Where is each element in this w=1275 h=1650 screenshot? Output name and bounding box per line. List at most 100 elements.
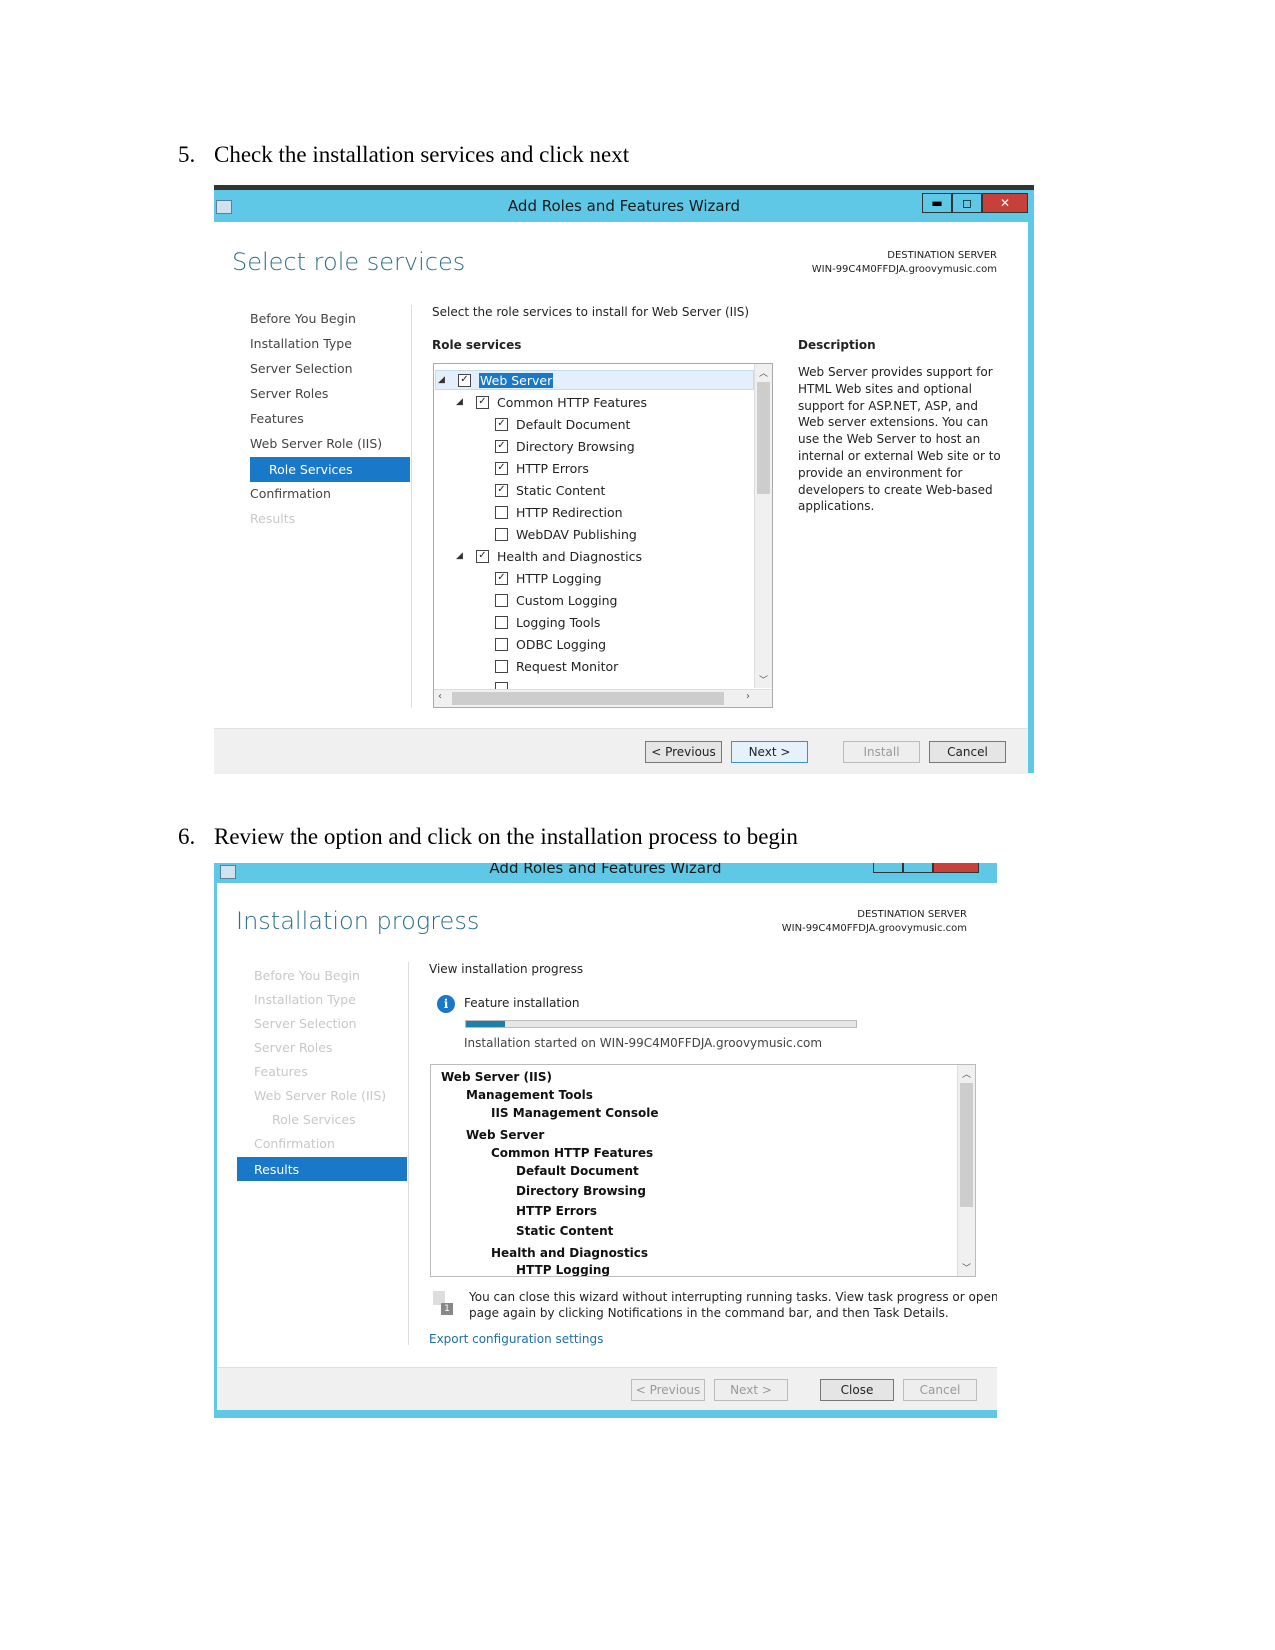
nav-item-web-server-role-iis[interactable]: Web Server Role (IIS) xyxy=(250,436,382,451)
expand-triangle-icon[interactable]: ◢ xyxy=(438,375,450,385)
checkbox-checked[interactable]: ✓ xyxy=(476,395,489,409)
step-text: Review the option and click on the insta… xyxy=(214,824,798,849)
nav-item-before-you-begin[interactable]: Before You Begin xyxy=(254,968,360,983)
nav-item-features[interactable]: Features xyxy=(250,411,304,426)
expand-triangle-icon[interactable]: ◢ xyxy=(456,551,468,561)
checkbox-checked[interactable]: ✓ xyxy=(476,549,489,563)
destination-server: DESTINATION SERVER WIN-99C4M0FFDJA.groov… xyxy=(782,908,967,936)
wizard-footer: < Previous Next > Install Cancel xyxy=(214,728,1028,774)
tree-item-web-server[interactable]: ◢ ✓ Web Server xyxy=(438,370,554,390)
minimize-button[interactable]: ▬ xyxy=(922,193,952,213)
tree-item-http-redirection[interactable]: HTTP Redirection xyxy=(495,502,623,522)
nav-item-web-server-role-iis[interactable]: Web Server Role (IIS) xyxy=(254,1088,386,1103)
tree-item-default-document[interactable]: ✓ Default Document xyxy=(495,414,630,434)
next-button[interactable]: Next > xyxy=(731,741,808,763)
tree-item-webdav-publishing[interactable]: WebDAV Publishing xyxy=(495,524,637,544)
scroll-right-icon[interactable]: › xyxy=(746,691,750,702)
checkbox-checked[interactable]: ✓ xyxy=(495,461,508,475)
nav-item-results[interactable]: Results xyxy=(237,1157,407,1181)
role-services-tree[interactable]: ◢ ✓ Web Server ◢ ✓ Common HTTP Features ✓ Defau… xyxy=(433,363,773,708)
nav-item-role-services[interactable]: Role Services xyxy=(250,457,410,482)
description-label: Description xyxy=(798,338,876,352)
nav-item-results[interactable]: Results xyxy=(250,511,295,526)
description-text: Web Server provides support for HTML Web… xyxy=(798,365,1001,514)
checkbox-checked[interactable]: ✓ xyxy=(495,571,508,585)
tree-item-http-logging[interactable]: ✓ HTTP Logging xyxy=(495,568,602,588)
checkbox-unchecked[interactable] xyxy=(495,505,508,519)
window-right-border xyxy=(1028,222,1034,773)
close-button[interactable] xyxy=(933,863,979,873)
checkbox-checked[interactable]: ✓ xyxy=(458,373,471,387)
window-title: Add Roles and Features Wizard xyxy=(507,197,741,215)
export-configuration-link[interactable]: Export configuration settings xyxy=(429,1332,603,1346)
tree-item-logging-tools[interactable]: Logging Tools xyxy=(495,612,600,632)
checkbox-checked[interactable]: ✓ xyxy=(495,417,508,431)
scroll-down-icon[interactable]: ﹀ xyxy=(958,1261,975,1274)
step-number: 6. xyxy=(178,824,196,849)
tree-item-request-monitor[interactable]: Request Monitor xyxy=(495,656,618,676)
nav-item-before-you-begin[interactable]: Before You Begin xyxy=(250,311,356,326)
close-wizard-button[interactable]: Close xyxy=(820,1379,894,1401)
list-item-iis-management-console: IIS Management Console xyxy=(491,1106,659,1120)
expand-triangle-icon[interactable]: ◢ xyxy=(456,397,468,407)
scroll-thumb-horizontal[interactable] xyxy=(452,692,724,705)
nav-item-role-services[interactable]: Role Services xyxy=(272,1112,356,1127)
tree-item-http-errors[interactable]: ✓ HTTP Errors xyxy=(495,458,589,478)
checkbox-checked[interactable]: ✓ xyxy=(495,439,508,453)
tree-item-directory-browsing[interactable]: ✓ Directory Browsing xyxy=(495,436,635,456)
scroll-up-icon[interactable]: ︿ xyxy=(755,366,772,379)
scroll-thumb[interactable] xyxy=(960,1083,973,1207)
nav-item-confirmation[interactable]: Confirmation xyxy=(254,1136,335,1151)
tree-item-health-and-diagnostics[interactable]: ◢ ✓ Health and Diagnostics xyxy=(456,546,642,566)
scroll-down-icon[interactable]: ﹀ xyxy=(755,673,772,686)
tree-item-label: Request Monitor xyxy=(516,658,619,674)
nav-item-confirmation[interactable]: Confirmation xyxy=(250,486,331,501)
nav-item-server-selection[interactable]: Server Selection xyxy=(254,1016,357,1031)
cancel-button[interactable]: Cancel xyxy=(929,741,1006,763)
tree-item-custom-logging[interactable]: Custom Logging xyxy=(495,590,617,610)
nav-item-features[interactable]: Features xyxy=(254,1064,308,1079)
maximize-button[interactable]: ◻ xyxy=(952,193,982,213)
checkbox-unchecked[interactable] xyxy=(495,593,508,607)
next-button[interactable]: Next > xyxy=(714,1379,788,1401)
tree-item-common-http-features[interactable]: ◢ ✓ Common HTTP Features xyxy=(456,392,647,412)
progress-bar xyxy=(465,1020,857,1028)
previous-button[interactable]: < Previous xyxy=(645,741,722,763)
previous-button[interactable]: < Previous xyxy=(631,1379,705,1401)
nav-item-server-selection[interactable]: Server Selection xyxy=(250,361,353,376)
checkbox-unchecked[interactable] xyxy=(495,637,508,651)
install-button[interactable]: Install xyxy=(843,741,920,763)
minimize-button[interactable] xyxy=(873,863,903,873)
installation-items-list[interactable]: Web Server (IIS) Management Tools IIS Mana… xyxy=(430,1064,976,1277)
tree-item-label: Common HTTP Features xyxy=(497,394,647,410)
window-left-border xyxy=(214,883,217,1418)
checkbox-checked[interactable]: ✓ xyxy=(495,483,508,497)
tree-item-label: HTTP Redirection xyxy=(516,504,623,520)
checkbox-unchecked[interactable] xyxy=(495,527,508,541)
close-button[interactable]: ✕ xyxy=(982,193,1028,213)
horizontal-scrollbar[interactable]: ‹ › xyxy=(434,689,772,707)
nav-item-installation-type[interactable]: Installation Type xyxy=(250,336,352,351)
scroll-up-icon[interactable]: ︿ xyxy=(958,1067,975,1080)
nav-item-installation-type[interactable]: Installation Type xyxy=(254,992,356,1007)
destination-label: DESTINATION SERVER xyxy=(887,250,997,261)
vertical-scrollbar[interactable]: ︿ ﹀ xyxy=(957,1065,975,1276)
checkbox-unchecked[interactable] xyxy=(495,659,508,673)
tree-item-odbc-logging[interactable]: ODBC Logging xyxy=(495,634,606,654)
tree-item-label: Directory Browsing xyxy=(516,438,635,454)
cancel-button[interactable]: Cancel xyxy=(903,1379,977,1401)
vertical-scrollbar[interactable]: ︿ ﹀ xyxy=(754,364,772,688)
maximize-button[interactable] xyxy=(903,863,933,873)
step-text: Check the installation services and clic… xyxy=(214,142,630,167)
tree-item-label: HTTP Logging xyxy=(516,570,602,586)
scroll-thumb[interactable] xyxy=(757,382,770,494)
checkbox-unchecked[interactable] xyxy=(495,615,508,629)
list-item-common-http-features: Common HTTP Features xyxy=(491,1146,654,1160)
wizard-select-role-services: Add Roles and Features Wizard ▬ ◻ ✕ Sele… xyxy=(214,185,1034,774)
scroll-left-icon[interactable]: ‹ xyxy=(438,691,442,702)
tree-item-static-content[interactable]: ✓ Static Content xyxy=(495,480,605,500)
tree-item-label: Default Document xyxy=(516,416,631,432)
list-item-web-server: Web Server xyxy=(466,1128,545,1142)
nav-item-server-roles[interactable]: Server Roles xyxy=(250,386,328,401)
nav-item-server-roles[interactable]: Server Roles xyxy=(254,1040,332,1055)
